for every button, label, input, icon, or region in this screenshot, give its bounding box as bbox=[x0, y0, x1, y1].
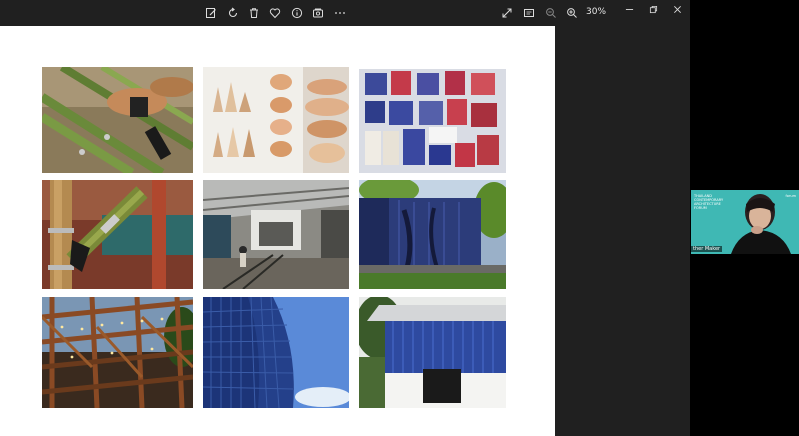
expand-icon[interactable] bbox=[498, 4, 516, 22]
photo-bamboo-joint[interactable] bbox=[42, 180, 193, 289]
viewer-background bbox=[555, 26, 690, 436]
rotate-icon[interactable] bbox=[224, 4, 242, 22]
minimize-icon[interactable] bbox=[619, 2, 639, 16]
photo-factory-interior[interactable] bbox=[203, 180, 349, 289]
gallery-icon[interactable] bbox=[309, 4, 327, 22]
favorite-icon[interactable] bbox=[266, 4, 284, 22]
webcam-logo: forum bbox=[785, 194, 796, 198]
edit-icon[interactable] bbox=[202, 4, 220, 22]
more-icon[interactable] bbox=[331, 4, 349, 22]
zoom-level: 30% bbox=[586, 7, 607, 17]
zoom-in-icon[interactable] bbox=[563, 4, 581, 22]
viewer-toolbar: 30% bbox=[0, 0, 690, 26]
slideshow-icon[interactable] bbox=[520, 4, 538, 22]
photo-steel-frame-lights[interactable] bbox=[42, 297, 193, 408]
restore-icon[interactable] bbox=[643, 2, 663, 16]
photo-blue-red-textiles[interactable] bbox=[359, 69, 506, 173]
photo-blue-barn-house[interactable] bbox=[359, 297, 506, 408]
zoom-out-icon[interactable] bbox=[542, 4, 560, 22]
delete-icon[interactable] bbox=[245, 4, 263, 22]
webcam-overlay-text: THAILAND CONTEMPORARY ARCHITECTURE FORUM bbox=[694, 194, 724, 210]
photo-blue-glass-tower[interactable] bbox=[203, 297, 349, 408]
close-icon[interactable] bbox=[667, 2, 687, 16]
photo-blue-wall-garden[interactable] bbox=[359, 180, 506, 289]
photo-bamboo-hands[interactable] bbox=[42, 67, 193, 173]
webcam-video-feed[interactable]: THAILAND CONTEMPORARY ARCHITECTURE FORUM… bbox=[691, 190, 799, 254]
photo-ceramic-cones[interactable] bbox=[203, 67, 349, 173]
info-icon[interactable] bbox=[288, 4, 306, 22]
participant-name: ther Maker bbox=[691, 246, 723, 252]
